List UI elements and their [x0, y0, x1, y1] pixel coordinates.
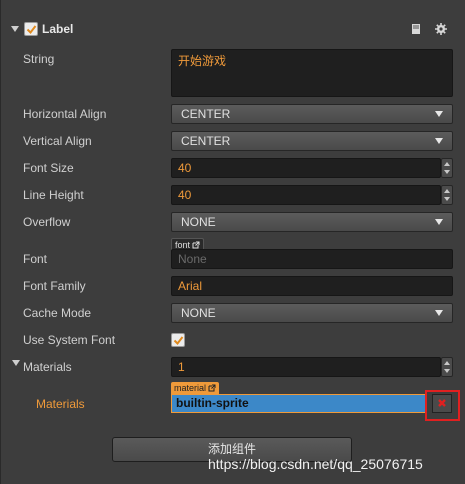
- stepper-up-icon[interactable]: [444, 189, 450, 193]
- chevron-down-icon: [435, 138, 443, 144]
- stepper-up-icon[interactable]: [444, 162, 450, 166]
- chevron-down-icon: [435, 111, 443, 117]
- overflow-value: NONE: [181, 215, 216, 229]
- materials-section-label: Materials: [23, 360, 72, 374]
- cache-mode-value: NONE: [181, 306, 216, 320]
- vertical-align-value: CENTER: [181, 134, 231, 148]
- materials-count-input[interactable]: 1: [171, 357, 441, 377]
- font-family-input[interactable]: Arial: [171, 276, 453, 296]
- stepper-down-icon[interactable]: [444, 197, 450, 201]
- font-family-label: Font Family: [23, 279, 86, 293]
- material-asset-tag[interactable]: material: [171, 382, 220, 394]
- external-link-icon: [208, 384, 216, 392]
- vertical-align-label: Vertical Align: [23, 134, 92, 148]
- font-size-input[interactable]: 40: [171, 158, 441, 178]
- use-system-font-checkbox[interactable]: [171, 333, 185, 347]
- line-height-input[interactable]: 40: [171, 185, 441, 205]
- horizontal-align-select[interactable]: CENTER: [171, 104, 453, 124]
- material-tag-label: material: [174, 383, 207, 393]
- horizontal-align-label: Horizontal Align: [23, 107, 107, 121]
- gear-icon[interactable]: [434, 22, 448, 36]
- horizontal-align-value: CENTER: [181, 107, 231, 121]
- materials-count-stepper[interactable]: [441, 357, 453, 377]
- stepper-down-icon[interactable]: [444, 369, 450, 373]
- string-label: String: [23, 52, 55, 66]
- book-icon[interactable]: [409, 22, 423, 36]
- cache-mode-label: Cache Mode: [23, 306, 92, 320]
- font-label: Font: [23, 252, 48, 266]
- vertical-align-select[interactable]: CENTER: [171, 131, 453, 151]
- overflow-select[interactable]: NONE: [171, 212, 453, 232]
- line-height-label: Line Height: [23, 188, 84, 202]
- chevron-down-icon: [435, 219, 443, 225]
- font-size-stepper[interactable]: [441, 158, 453, 178]
- component-title: Label: [42, 22, 74, 36]
- chevron-down-icon: [435, 310, 443, 316]
- watermark-text: https://blog.csdn.net/qq_25076715: [208, 456, 423, 472]
- font-size-label: Font Size: [23, 161, 74, 175]
- line-height-stepper[interactable]: [441, 185, 453, 205]
- component-header: Label: [1, 18, 465, 40]
- collapse-triangle-icon[interactable]: [12, 360, 20, 366]
- component-enabled-checkbox[interactable]: [24, 22, 38, 36]
- font-asset-field[interactable]: None: [171, 249, 453, 269]
- highlight-frame: [425, 390, 460, 421]
- external-link-icon: [192, 241, 200, 249]
- stepper-down-icon[interactable]: [444, 170, 450, 174]
- material-asset-field[interactable]: builtin-sprite: [171, 394, 427, 413]
- collapse-triangle-icon[interactable]: [11, 26, 19, 32]
- stepper-up-icon[interactable]: [444, 361, 450, 365]
- cache-mode-select[interactable]: NONE: [171, 303, 453, 323]
- materials-item-label: Materials: [36, 397, 85, 411]
- overflow-label: Overflow: [23, 215, 71, 229]
- inspector-panel: Label String 开始游戏 Horizontal Align CENTE…: [0, 0, 465, 484]
- use-system-font-label: Use System Font: [23, 333, 116, 347]
- string-textarea[interactable]: 开始游戏: [171, 49, 453, 97]
